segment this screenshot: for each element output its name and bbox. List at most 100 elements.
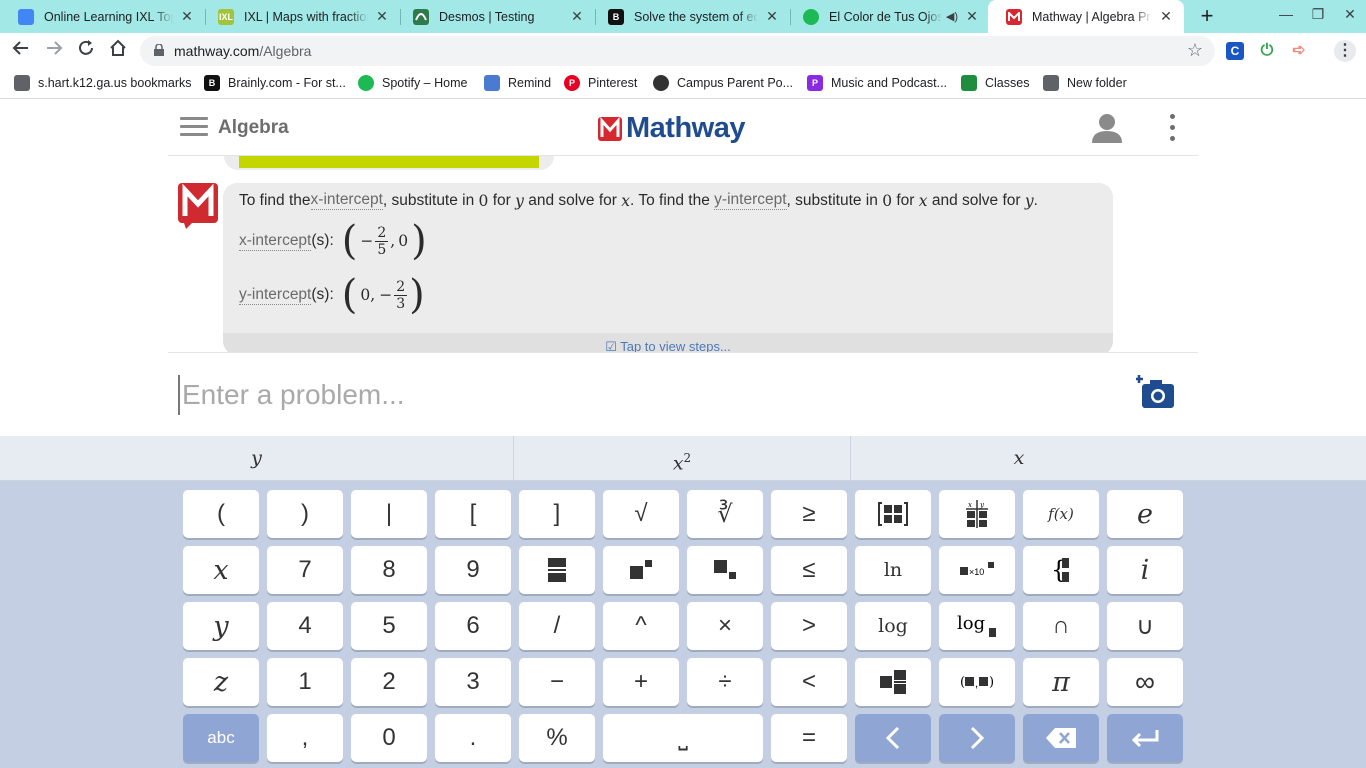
y-intercept-label[interactable]: y-intercept: [239, 286, 312, 305]
bookmark-item[interactable]: B Brainly.com - For st...: [204, 75, 346, 91]
key-x[interactable]: x: [183, 546, 259, 594]
extension-c-icon[interactable]: C: [1226, 42, 1244, 60]
key-function[interactable]: f(x): [1023, 490, 1099, 538]
bookmark-item[interactable]: Classes: [961, 75, 1029, 91]
key-0[interactable]: 0: [351, 714, 427, 762]
browser-tab[interactable]: IXL IXL | Maps with fractions ✕: [200, 0, 400, 33]
bookmark-item[interactable]: Spotify – Home: [358, 75, 467, 91]
browser-tab-active[interactable]: Mathway | Algebra Prob ✕: [988, 0, 1184, 33]
key-divide-slash[interactable]: /: [519, 602, 595, 650]
key-infinity[interactable]: ∞: [1107, 658, 1183, 706]
browser-tab[interactable]: B Solve the system of equ ✕: [590, 0, 790, 33]
abc-toggle-button[interactable]: abc: [183, 714, 259, 762]
key-8[interactable]: 8: [351, 546, 427, 594]
key-matrix[interactable]: [855, 490, 931, 538]
camera-icon[interactable]: [1135, 373, 1178, 411]
key-percent[interactable]: %: [519, 714, 595, 762]
close-icon[interactable]: ✕: [179, 8, 195, 25]
x-intercept-label[interactable]: x-intercept: [239, 232, 312, 251]
backspace-button[interactable]: [1023, 714, 1099, 762]
minimize-icon[interactable]: —: [1276, 6, 1296, 26]
close-icon[interactable]: ✕: [1158, 8, 1174, 25]
x-intercept-term[interactable]: x-intercept: [310, 191, 383, 210]
mathway-logo[interactable]: Mathway: [598, 112, 745, 145]
suggestion-y[interactable]: y: [0, 436, 513, 481]
close-icon[interactable]: ✕: [964, 8, 980, 25]
key-y[interactable]: y: [183, 602, 259, 650]
key-3[interactable]: 3: [435, 658, 511, 706]
key-open-paren[interactable]: (: [183, 490, 259, 538]
key-open-bracket[interactable]: [: [435, 490, 511, 538]
key-exponent[interactable]: [603, 546, 679, 594]
key-less-equal[interactable]: ≤: [771, 546, 847, 594]
key-decimal[interactable]: .: [435, 714, 511, 762]
close-icon[interactable]: ✕: [764, 8, 780, 25]
view-steps-button[interactable]: ☑ Tap to view steps...: [223, 333, 1113, 352]
key-i[interactable]: i: [1107, 546, 1183, 594]
key-greater[interactable]: >: [771, 602, 847, 650]
back-arrow-icon[interactable]: [9, 39, 33, 63]
key-close-bracket[interactable]: ]: [519, 490, 595, 538]
suggestion-x[interactable]: x: [851, 436, 1187, 481]
key-square-root[interactable]: √: [603, 490, 679, 538]
key-absolute[interactable]: |: [351, 490, 427, 538]
user-account-icon[interactable]: [1090, 111, 1124, 145]
hamburger-menu-icon[interactable]: [180, 117, 208, 137]
key-greater-equal[interactable]: ≥: [771, 490, 847, 538]
problem-input[interactable]: [178, 375, 1078, 415]
close-icon[interactable]: ✕: [374, 8, 390, 25]
key-e[interactable]: e: [1107, 490, 1183, 538]
speaker-icon[interactable]: ◀): [946, 10, 958, 23]
cursor-right-button[interactable]: [939, 714, 1015, 762]
reload-icon[interactable]: [74, 39, 98, 63]
enter-button[interactable]: [1107, 714, 1183, 762]
key-ordered-pair[interactable]: (,): [939, 658, 1015, 706]
bookmark-item[interactable]: P Music and Podcast...: [807, 75, 947, 91]
key-6[interactable]: 6: [435, 602, 511, 650]
y-intercept-term[interactable]: y-intercept: [714, 191, 787, 210]
bookmark-star-icon[interactable]: ☆: [1187, 40, 1203, 61]
key-function-table[interactable]: xy: [939, 490, 1015, 538]
key-ln[interactable]: ln: [855, 546, 931, 594]
key-divide[interactable]: ÷: [687, 658, 763, 706]
key-piecewise[interactable]: {: [1023, 546, 1099, 594]
browser-tab[interactable]: El Color de Tus Ojos ◀) ✕: [785, 0, 990, 33]
key-2[interactable]: 2: [351, 658, 427, 706]
key-close-paren[interactable]: ): [267, 490, 343, 538]
browser-tab[interactable]: Desmos | Testing ✕: [395, 0, 595, 33]
key-space[interactable]: ⎵: [603, 714, 763, 762]
key-subscript[interactable]: [687, 546, 763, 594]
key-comma[interactable]: ,: [267, 714, 343, 762]
key-mixed-number[interactable]: [855, 658, 931, 706]
key-fraction[interactable]: [519, 546, 595, 594]
address-bar[interactable]: mathway.com/Algebra ☆: [140, 36, 1215, 66]
extension-power-icon[interactable]: ⏻: [1258, 42, 1276, 60]
key-1[interactable]: 1: [267, 658, 343, 706]
more-options-icon[interactable]: [1170, 114, 1176, 144]
bookmark-item[interactable]: New folder: [1043, 75, 1127, 91]
restore-icon[interactable]: ❐: [1308, 6, 1328, 26]
bookmark-item[interactable]: P Pinterest: [564, 75, 637, 91]
bookmark-item[interactable]: s.hart.k12.ga.us bookmarks: [14, 75, 192, 91]
key-z[interactable]: z: [183, 658, 259, 706]
key-4[interactable]: 4: [267, 602, 343, 650]
suggestion-x-squared[interactable]: x2: [514, 436, 850, 481]
key-less[interactable]: <: [771, 658, 847, 706]
key-5[interactable]: 5: [351, 602, 427, 650]
key-7[interactable]: 7: [267, 546, 343, 594]
key-log[interactable]: log: [855, 602, 931, 650]
forward-arrow-icon[interactable]: [42, 39, 66, 63]
key-minus[interactable]: −: [519, 658, 595, 706]
key-nth-root[interactable]: ∛: [687, 490, 763, 538]
browser-tab[interactable]: Online Learning IXL Topi ✕: [0, 0, 205, 33]
key-log-base[interactable]: log: [939, 602, 1015, 650]
bookmark-item[interactable]: Remind: [484, 75, 551, 91]
key-intersection[interactable]: ∩: [1023, 602, 1099, 650]
cursor-left-button[interactable]: [855, 714, 931, 762]
key-union[interactable]: ∪: [1107, 602, 1183, 650]
window-close-icon[interactable]: ✕: [1340, 6, 1360, 26]
key-equals[interactable]: =: [771, 714, 847, 762]
key-scientific-notation[interactable]: ×10: [939, 546, 1015, 594]
key-multiply[interactable]: ×: [687, 602, 763, 650]
key-plus[interactable]: +: [603, 658, 679, 706]
